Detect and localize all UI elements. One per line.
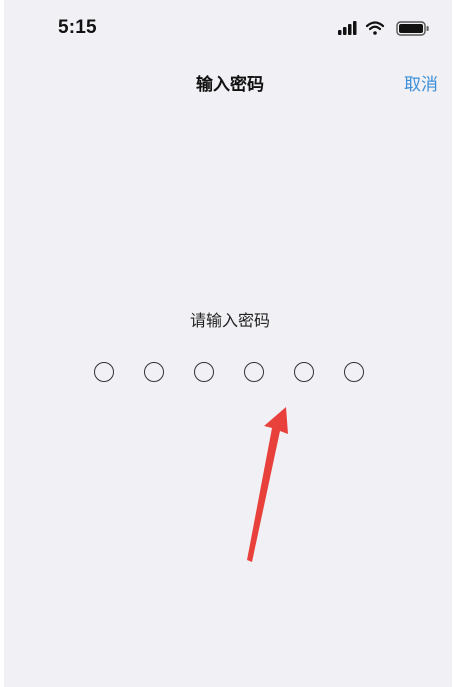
status-icons [334, 18, 434, 40]
passcode-dot [194, 362, 214, 382]
passcode-dot [294, 362, 314, 382]
status-bar: 5:15 [4, 0, 452, 56]
passcode-dot [144, 362, 164, 382]
cancel-button[interactable]: 取消 [404, 70, 438, 95]
passcode-dot [94, 362, 114, 382]
passcode-screen: 5:15 输入密码 取消 请输入密码 [4, 0, 452, 687]
status-time: 5:15 [58, 17, 97, 38]
passcode-prompt: 请输入密码 [189, 311, 270, 330]
passcode-field[interactable] [92, 362, 382, 388]
passcode-dot [344, 362, 364, 382]
signal-icon [338, 21, 357, 35]
wifi-icon [365, 21, 385, 35]
page-title: 输入密码 [196, 75, 264, 95]
passcode-dot [244, 362, 264, 382]
arrow-shape [247, 407, 288, 562]
nav-bar: 输入密码 取消 [4, 56, 452, 104]
battery-icon [396, 21, 429, 36]
